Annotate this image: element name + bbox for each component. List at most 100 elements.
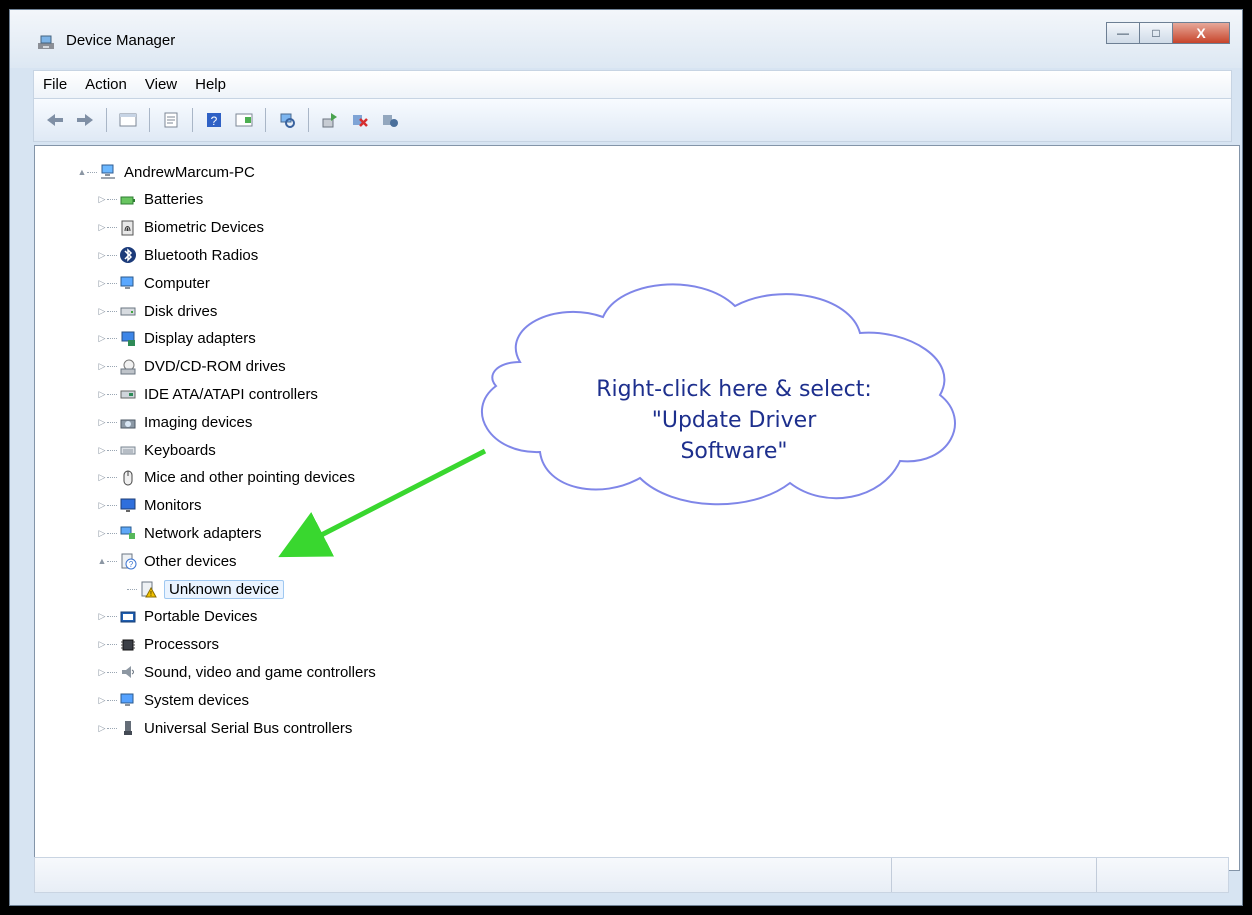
expand-arrow-icon[interactable]: ▷: [97, 389, 107, 399]
device-category-batteries[interactable]: ▷ Batteries: [97, 188, 204, 212]
expand-arrow-icon[interactable]: ▷: [97, 250, 107, 260]
device-category-mice-and-other-pointing-devices[interactable]: ▷ Mice and other pointing devices: [97, 466, 355, 490]
expand-arrow-icon[interactable]: ▷: [97, 667, 107, 677]
expand-arrow-icon[interactable]: ▷: [97, 445, 107, 455]
device-category-monitors-label: Monitors: [144, 497, 202, 515]
ide-controller-icon: [120, 390, 136, 399]
network-icon: [120, 526, 135, 540]
device-category-universal-serial-bus-controllers[interactable]: ▷ Universal Serial Bus controllers: [97, 716, 353, 740]
show-hide-console-button[interactable]: [116, 108, 140, 132]
collapse-arrow-icon[interactable]: ▲: [97, 556, 107, 566]
tree-connector-line: [87, 171, 97, 173]
update-driver-button[interactable]: [318, 108, 342, 132]
window-title: Device Manager: [66, 32, 176, 49]
expand-arrow-icon[interactable]: ▷: [97, 500, 107, 511]
device-category-ide-ata-atapi-controllers[interactable]: ▷ IDE ATA/ATAPI controllers: [97, 382, 318, 406]
action-pane-button[interactable]: [232, 108, 256, 132]
expand-arrow-icon[interactable]: ▷: [97, 194, 107, 205]
expand-arrow-icon[interactable]: ▷: [97, 723, 107, 733]
svg-text:!: !: [150, 591, 152, 598]
device-category-portable-devices[interactable]: ▷ Portable Devices: [97, 605, 258, 629]
expand-arrow-icon[interactable]: ▷: [97, 222, 107, 233]
device-category-disk-drives[interactable]: ▷ Disk drives: [97, 299, 218, 323]
menu-action[interactable]: Action: [76, 76, 136, 93]
device-category-disk-drives-label: Disk drives: [144, 302, 218, 320]
toolbar-separator: [149, 108, 150, 132]
processor-icon: [119, 636, 137, 654]
device-category-processors[interactable]: ▷ Processors: [97, 633, 220, 657]
expand-arrow-icon[interactable]: ▷: [97, 417, 107, 427]
properties-button[interactable]: [159, 108, 183, 132]
device-category-imaging-devices[interactable]: ▷ Imaging devices: [97, 410, 253, 434]
expand-arrow-icon[interactable]: ▷: [97, 361, 107, 372]
tree-root-computer[interactable]: ▲ AndrewMarcum-PC: [77, 160, 255, 184]
forward-button[interactable]: [73, 108, 97, 132]
device-category-processors-label: Processors: [144, 636, 220, 654]
device-category-dvd-cd-rom-drives[interactable]: ▷ DVD/CD-ROM drives: [97, 355, 286, 379]
device-category-sound-video-and-game-controllers[interactable]: ▷ Sound, video and game controllers: [97, 660, 376, 684]
expand-arrow-icon[interactable]: ▷: [97, 278, 107, 288]
device-category-computer[interactable]: ▷ Computer: [97, 271, 210, 295]
menu-help[interactable]: Help: [186, 76, 235, 93]
device-category-bluetooth-radios-label: Bluetooth Radios: [144, 246, 259, 264]
device-category-keyboards[interactable]: ▷ Keyboards: [97, 438, 216, 462]
unknown-device-item[interactable]: ! Unknown device: [117, 577, 285, 601]
back-button[interactable]: [43, 108, 67, 132]
expand-arrow-icon[interactable]: ▷: [97, 639, 107, 650]
monitor-icon: [120, 498, 136, 512]
action-pane-icon: [235, 113, 253, 127]
mouse-icon: [123, 470, 133, 486]
title-bar[interactable]: Device Manager — □ X: [10, 10, 1242, 68]
device-category-biometric-devices[interactable]: ▷ Biometric Devices: [97, 216, 265, 240]
help-icon: ?: [207, 113, 221, 128]
svg-text:?: ?: [129, 560, 134, 569]
minimize-button[interactable]: —: [1106, 22, 1140, 44]
device-category-network-adapters-label: Network adapters: [144, 524, 262, 542]
collapse-arrow-icon[interactable]: ▲: [77, 167, 87, 177]
tree-connector-line: [107, 199, 117, 201]
close-button[interactable]: X: [1172, 22, 1230, 44]
device-category-computer-label: Computer: [144, 274, 210, 292]
toolbar-separator: [265, 108, 266, 132]
device-tree: ▲ AndrewMarcum-PC ▷ Batteries ▷ Biometric Dev…: [35, 146, 1239, 870]
device-category-system-devices[interactable]: ▷ System devices: [97, 688, 250, 712]
expand-arrow-icon[interactable]: ▷: [97, 472, 107, 483]
status-bar: [34, 857, 1229, 893]
device-category-batteries-label: Batteries: [144, 191, 204, 209]
expand-arrow-icon[interactable]: ▷: [97, 306, 107, 316]
display-adapter-icon: [119, 330, 137, 348]
device-category-bluetooth-radios[interactable]: ▷ Bluetooth Radios: [97, 243, 259, 267]
scan-for-hardware-button[interactable]: [275, 108, 299, 132]
annotation-text: Right-click here & select: "Update Drive…: [524, 374, 944, 467]
unknown-device-warning-icon: !: [139, 580, 157, 598]
uninstall-button[interactable]: [348, 108, 372, 132]
system-device-icon: [120, 693, 134, 707]
expand-arrow-icon[interactable]: ▷: [97, 695, 107, 705]
keyboard-icon: [120, 446, 136, 455]
dvd-drive-icon: [119, 358, 137, 376]
device-category-network-adapters[interactable]: ▷ Network adapters: [97, 521, 262, 545]
expand-arrow-icon[interactable]: ▷: [97, 611, 107, 622]
device-tree-pane[interactable]: ▲ AndrewMarcum-PC ▷ Batteries ▷ Biometric Dev…: [34, 145, 1240, 871]
menu-file[interactable]: File: [34, 76, 76, 93]
speaker-icon: [119, 663, 137, 681]
device-category-monitors[interactable]: ▷ Monitors: [97, 494, 202, 518]
device-category-keyboards-label: Keyboards: [144, 441, 216, 459]
tree-connector-line: [107, 338, 117, 340]
dvd-drive-icon: [120, 359, 136, 375]
device-category-portable-devices-label: Portable Devices: [144, 608, 258, 626]
device-category-universal-serial-bus-controllers-label: Universal Serial Bus controllers: [144, 719, 353, 737]
computer-root-icon: [101, 164, 115, 179]
menu-view[interactable]: View: [136, 76, 186, 93]
maximize-button[interactable]: □: [1139, 22, 1173, 44]
annotation-line: Right-click here & select:: [596, 377, 872, 402]
device-category-display-adapters[interactable]: ▷ Display adapters: [97, 327, 256, 351]
device-category-dvd-cd-rom-drives-label: DVD/CD-ROM drives: [144, 358, 286, 376]
properties-icon: [164, 112, 178, 128]
expand-arrow-icon[interactable]: ▷: [97, 333, 107, 344]
help-button[interactable]: ?: [202, 108, 226, 132]
expand-arrow-icon[interactable]: ▷: [97, 528, 107, 538]
device-category-other-devices[interactable]: ▲? Other devices: [97, 549, 237, 573]
forward-arrow-icon: [77, 114, 93, 126]
enable-device-button[interactable]: [378, 108, 402, 132]
